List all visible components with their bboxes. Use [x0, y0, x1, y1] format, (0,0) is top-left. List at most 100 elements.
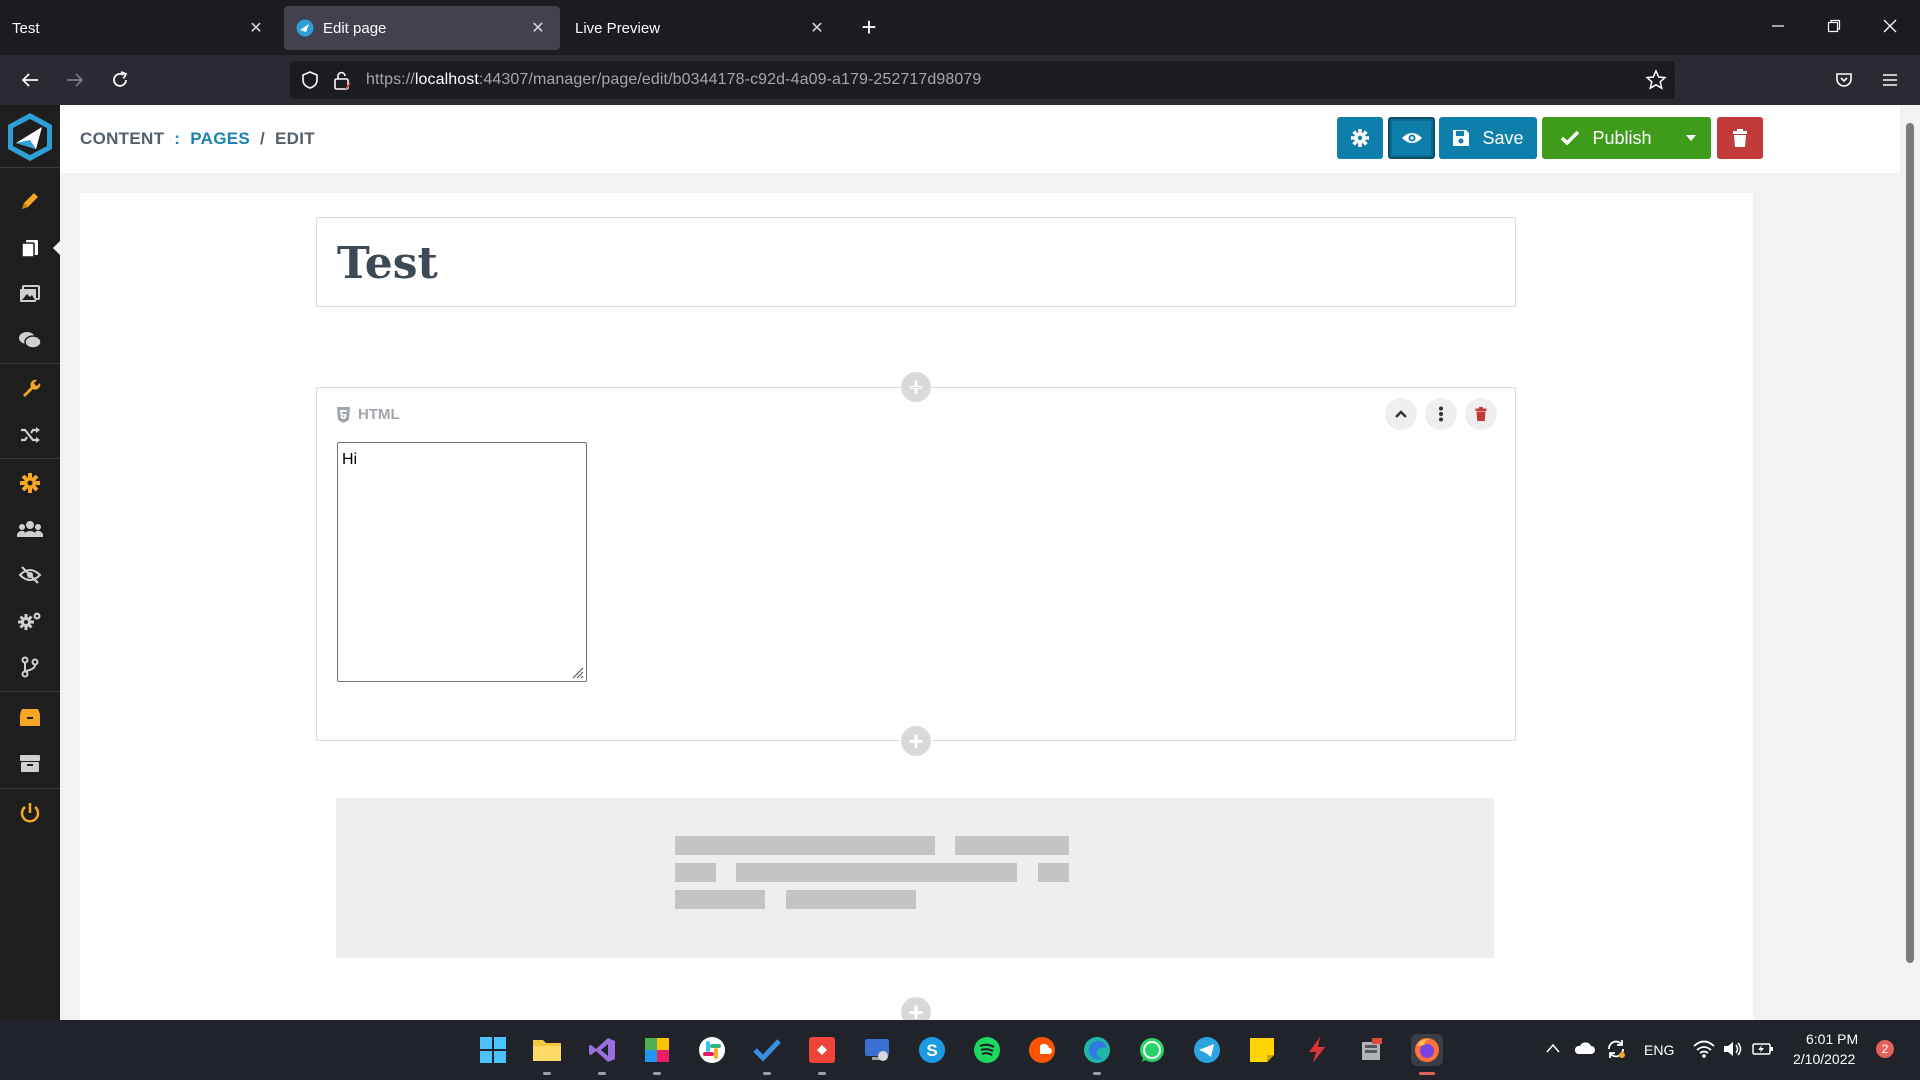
- anydesk-button[interactable]: [806, 1034, 838, 1066]
- sidebar-item-archive[interactable]: [0, 740, 60, 786]
- sidebar-item-system[interactable]: [0, 460, 60, 506]
- tab-edit-page[interactable]: Edit page ✕: [284, 6, 560, 50]
- minimize-button[interactable]: [1766, 14, 1790, 38]
- sidebar-item-media[interactable]: [0, 271, 60, 317]
- telegram-button[interactable]: [1191, 1034, 1223, 1066]
- add-block-button[interactable]: +: [899, 995, 933, 1020]
- sidebar-item-packages[interactable]: [0, 694, 60, 740]
- sidebar: [0, 105, 60, 1020]
- taskbar: S ENG 6:01 PM 2/10/2022 2: [0, 1020, 1920, 1080]
- page-settings-button[interactable]: [1337, 117, 1383, 159]
- tab-test[interactable]: Test ✕: [0, 6, 278, 50]
- reload-button[interactable]: [106, 66, 134, 94]
- cloud-icon[interactable]: [1573, 1040, 1595, 1056]
- close-icon[interactable]: ✕: [246, 18, 266, 38]
- breadcrumb-pages-link[interactable]: PAGES: [190, 129, 250, 149]
- chevron-up-icon[interactable]: [1545, 1042, 1561, 1054]
- block-menu-button[interactable]: [1425, 398, 1457, 430]
- menu-button[interactable]: [1876, 66, 1904, 94]
- box-icon: [20, 709, 40, 726]
- publish-dropdown-button[interactable]: [1670, 117, 1711, 159]
- block-actions: [1385, 398, 1497, 430]
- clock-date[interactable]: 2/10/2022: [1793, 1051, 1855, 1067]
- lightning-icon: [1309, 1037, 1325, 1063]
- scrollbar-thumb[interactable]: [1906, 123, 1914, 963]
- close-icon[interactable]: ✕: [528, 18, 548, 38]
- eye-slash-icon: [18, 566, 42, 584]
- skype-button[interactable]: S: [916, 1034, 948, 1066]
- visual-studio-button[interactable]: [586, 1034, 618, 1066]
- new-tab-button[interactable]: +: [855, 14, 883, 42]
- bookmark-star-icon[interactable]: [1645, 69, 1667, 91]
- delete-block-button[interactable]: [1465, 398, 1497, 430]
- app-button[interactable]: [641, 1034, 673, 1066]
- sidebar-item-comments[interactable]: [0, 317, 60, 363]
- tab-live-preview[interactable]: Live Preview ✕: [563, 6, 839, 50]
- sidebar-item-redirects[interactable]: [0, 412, 60, 458]
- piranha-logo-icon[interactable]: [4, 111, 56, 163]
- remote-desktop-button[interactable]: [861, 1034, 893, 1066]
- close-window-button[interactable]: [1878, 14, 1902, 38]
- resize-handle-icon[interactable]: [570, 665, 584, 679]
- wifi-icon[interactable]: [1693, 1040, 1715, 1058]
- reload-icon: [113, 71, 128, 87]
- delete-page-button[interactable]: [1717, 117, 1763, 159]
- sidebar-item-pages[interactable]: [0, 225, 60, 271]
- sync-icon[interactable]: [1605, 1038, 1627, 1060]
- page-title[interactable]: Test: [337, 238, 438, 289]
- language-indicator[interactable]: ENG: [1644, 1042, 1674, 1058]
- more-vertical-icon: [1439, 406, 1443, 422]
- placeholder-bar: [1038, 863, 1069, 882]
- todo-button[interactable]: [751, 1034, 783, 1066]
- running-indicator: [1093, 1072, 1101, 1075]
- file-explorer-button[interactable]: [531, 1034, 563, 1066]
- chevron-up-icon: [1395, 410, 1407, 418]
- page-title-field[interactable]: Test: [316, 217, 1516, 307]
- back-button[interactable]: [16, 66, 44, 94]
- breadcrumb-current: EDIT: [275, 129, 315, 148]
- trash-icon: [1733, 129, 1747, 147]
- slack-button[interactable]: [696, 1034, 728, 1066]
- volume-icon[interactable]: [1722, 1040, 1744, 1058]
- pocket-button[interactable]: [1830, 66, 1858, 94]
- spotify-button[interactable]: [971, 1034, 1003, 1066]
- page-scrollbar[interactable]: [1900, 105, 1920, 1020]
- sidebar-item-settings[interactable]: [0, 365, 60, 411]
- app-button[interactable]: [1301, 1034, 1333, 1066]
- close-icon[interactable]: ✕: [807, 18, 827, 38]
- forward-button[interactable]: [61, 66, 89, 94]
- sidebar-item-modules[interactable]: [0, 644, 60, 690]
- publish-label: Publish: [1592, 127, 1652, 148]
- color-tool-icon: [645, 1038, 669, 1062]
- battery-charging-icon[interactable]: [1752, 1040, 1774, 1058]
- firefox-button[interactable]: [1411, 1034, 1443, 1066]
- restore-button[interactable]: [1822, 14, 1846, 38]
- shield-icon[interactable]: [300, 70, 320, 90]
- sidebar-item-config[interactable]: [0, 598, 60, 644]
- url-text[interactable]: https://localhost:44307/manager/page/edi…: [366, 71, 981, 89]
- notification-badge[interactable]: 2: [1876, 1040, 1894, 1058]
- soundcloud-button[interactable]: [1026, 1034, 1058, 1066]
- collapse-block-button[interactable]: [1385, 398, 1417, 430]
- sidebar-divider: [0, 788, 60, 789]
- start-button[interactable]: [477, 1034, 509, 1066]
- lock-icon[interactable]: [332, 69, 352, 91]
- whatsapp-button[interactable]: [1136, 1034, 1168, 1066]
- tab-label: Live Preview: [575, 19, 661, 37]
- sidebar-item-users[interactable]: [0, 506, 60, 552]
- sidebar-item-roles[interactable]: [0, 552, 60, 598]
- app-button[interactable]: [1356, 1034, 1388, 1066]
- sidebar-item-logout[interactable]: [0, 790, 60, 836]
- sidebar-divider: [0, 167, 60, 168]
- edge-button[interactable]: [1081, 1034, 1113, 1066]
- save-button[interactable]: Save: [1439, 117, 1537, 159]
- sidebar-item-content[interactable]: [0, 178, 60, 224]
- html-content-textarea[interactable]: Hi: [337, 442, 587, 682]
- add-block-button[interactable]: +: [899, 724, 933, 758]
- server-tools-icon: [1362, 1038, 1382, 1060]
- sticky-notes-button[interactable]: [1246, 1034, 1278, 1066]
- url-bar[interactable]: https://localhost:44307/manager/page/edi…: [290, 61, 1675, 99]
- clock-time[interactable]: 6:01 PM: [1806, 1031, 1858, 1047]
- preview-button[interactable]: [1388, 117, 1435, 159]
- publish-button[interactable]: Publish: [1542, 117, 1670, 159]
